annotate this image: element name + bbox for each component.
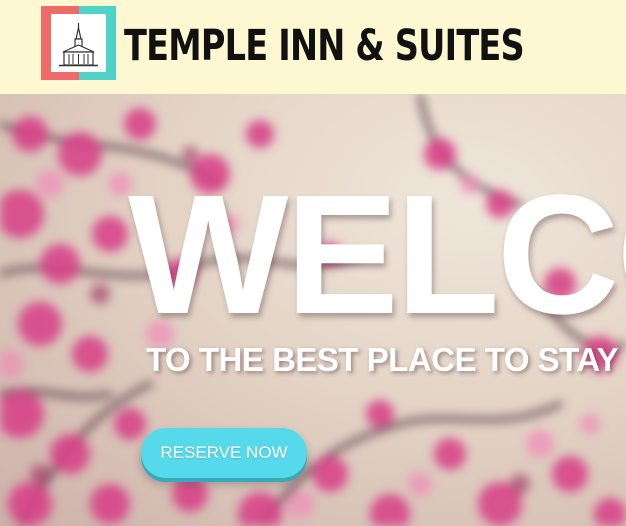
welcome-headline: WELCOME <box>128 160 626 350</box>
hero-banner: WELCOME TO THE BEST PLACE TO STAY RESERV… <box>0 94 626 526</box>
temple-logo[interactable] <box>41 6 116 80</box>
site-title[interactable]: TEMPLE INN & SUITES <box>124 14 525 78</box>
temple-icon <box>59 23 98 67</box>
page: TEMPLE INN & SUITES WELC TO THE BEST PLA… <box>0 0 626 526</box>
site-header: TEMPLE INN & SUITES <box>0 0 626 94</box>
hero-tagline: TO THE BEST PLACE TO STAY <box>146 341 619 378</box>
reserve-now-button[interactable]: RESERVE NOW <box>141 428 307 478</box>
